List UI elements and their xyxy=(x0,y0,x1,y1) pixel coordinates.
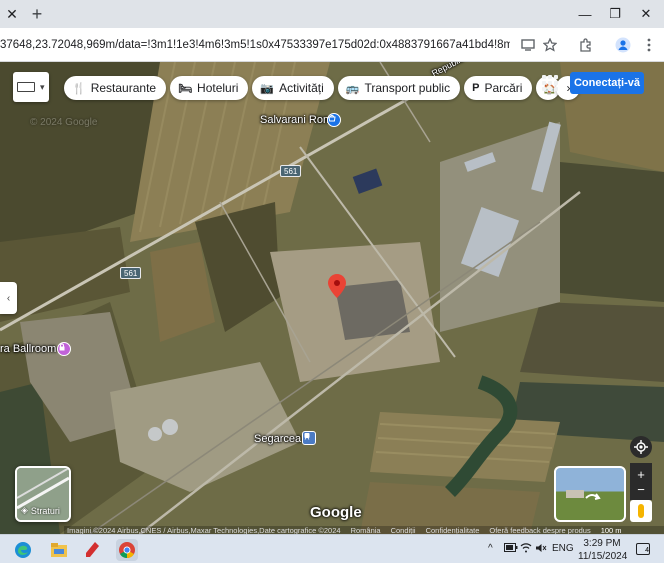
tray-overflow-chevron[interactable]: ^ xyxy=(488,543,493,554)
layers-label: Straturi xyxy=(30,505,60,516)
volume-muted-icon[interactable] xyxy=(535,543,547,556)
road-shield-561-left: 561 xyxy=(120,267,142,279)
tab-strip: ✕ + — ❐ ✕ xyxy=(0,0,664,28)
extensions-icon[interactable] xyxy=(575,34,597,56)
keyboard-icon xyxy=(17,82,35,92)
collapse-side-panel-button[interactable]: ‹ xyxy=(0,282,17,314)
wifi-icon[interactable] xyxy=(520,543,532,556)
chip-restaurante[interactable]: 🍴 Restaurante xyxy=(64,76,167,100)
notification-center-icon[interactable]: 4 xyxy=(636,543,650,555)
new-tab-button[interactable]: + xyxy=(25,0,49,28)
address-bar-url[interactable]: 37648,23.72048,969m/data=!3m1!1e3!4m6!3m… xyxy=(0,34,510,56)
sign-in-button[interactable]: Conectați-vă xyxy=(570,72,644,94)
chip-activitati[interactable]: 📷 Activități xyxy=(252,76,334,100)
keyboard-shortcuts-button[interactable]: ▾ xyxy=(13,72,49,102)
chip-label: Activități xyxy=(279,81,324,95)
notification-count: 4 xyxy=(645,547,649,554)
street-view-icon xyxy=(566,490,601,500)
parking-icon: P xyxy=(472,82,480,94)
watermark-text: © 2024 Google xyxy=(30,117,98,128)
pen-app-icon[interactable] xyxy=(82,539,104,561)
place-label-segarcea[interactable]: Segarcea xyxy=(254,433,301,445)
shop-pin-icon[interactable] xyxy=(327,113,341,127)
layers-button[interactable]: ◈ Straturi xyxy=(15,466,71,522)
lock-pin-icon[interactable] xyxy=(57,342,71,356)
category-chips: 🍴 Restaurante 🛏 Hoteluri 📷 Activități 🚌 Tran… xyxy=(64,76,581,100)
chip-label: Parcări xyxy=(484,81,523,95)
chip-label: Hoteluri xyxy=(197,81,239,95)
language-indicator[interactable]: ENG xyxy=(552,543,574,554)
bookmark-star-icon[interactable] xyxy=(539,34,561,56)
satellite-map[interactable]: © 2024 Google Republicii Salvarani Rom 5… xyxy=(0,62,664,534)
my-location-button[interactable] xyxy=(630,436,652,458)
train-station-icon[interactable] xyxy=(302,431,316,445)
chip-parcari[interactable]: P Parcări xyxy=(464,76,533,100)
location-pin-icon[interactable] xyxy=(328,274,346,298)
profile-avatar-icon[interactable] xyxy=(612,34,634,56)
bed-icon: 🛏 xyxy=(178,82,193,95)
chip-transport-public[interactable]: 🚌 Transport public xyxy=(337,76,461,100)
satellite-imagery xyxy=(0,62,664,534)
clock-time: 3:29 PM xyxy=(583,538,621,549)
layers-icon: ◈ xyxy=(21,505,28,515)
zoom-out-button[interactable]: − xyxy=(630,478,652,500)
chevron-down-icon: ▾ xyxy=(40,81,45,92)
place-label-ballroom[interactable]: ra Ballroom xyxy=(0,343,56,355)
street-view-thumbnail[interactable] xyxy=(554,466,626,522)
chrome-icon[interactable] xyxy=(116,539,138,561)
taskbar: ^ ENG 3:29 PM 11/15/2024 4 xyxy=(0,534,664,563)
file-explorer-icon[interactable] xyxy=(48,539,70,561)
kebab-menu-icon[interactable] xyxy=(638,34,660,56)
place-label-salvarani[interactable]: Salvarani Rom xyxy=(260,114,332,126)
taskbar-clock[interactable]: 3:29 PM 11/15/2024 xyxy=(578,537,628,563)
google-apps-icon[interactable] xyxy=(540,73,558,91)
chip-hoteluri[interactable]: 🛏 Hoteluri xyxy=(170,76,249,100)
chip-label: Restaurante xyxy=(90,81,157,95)
screen-cast-icon[interactable] xyxy=(517,34,539,56)
fork-knife-icon: 🍴 xyxy=(72,82,86,95)
battery-icon[interactable] xyxy=(504,543,518,555)
road-shield-561-top: 561 xyxy=(280,165,302,177)
pegman-icon[interactable] xyxy=(630,500,652,522)
edge-browser-icon[interactable] xyxy=(12,539,34,561)
address-bar-row: 37648,23.72048,969m/data=!3m1!1e3!4m6!3m… xyxy=(0,28,664,62)
clock-date: 11/15/2024 xyxy=(578,551,628,562)
window-close-button[interactable]: ✕ xyxy=(628,0,664,28)
bus-icon: 🚌 xyxy=(345,82,360,95)
google-logo: Google xyxy=(310,504,362,521)
tab-close-button[interactable]: ✕ xyxy=(0,0,24,28)
chip-label: Transport public xyxy=(364,81,451,95)
camera-icon: 📷 xyxy=(260,82,275,95)
